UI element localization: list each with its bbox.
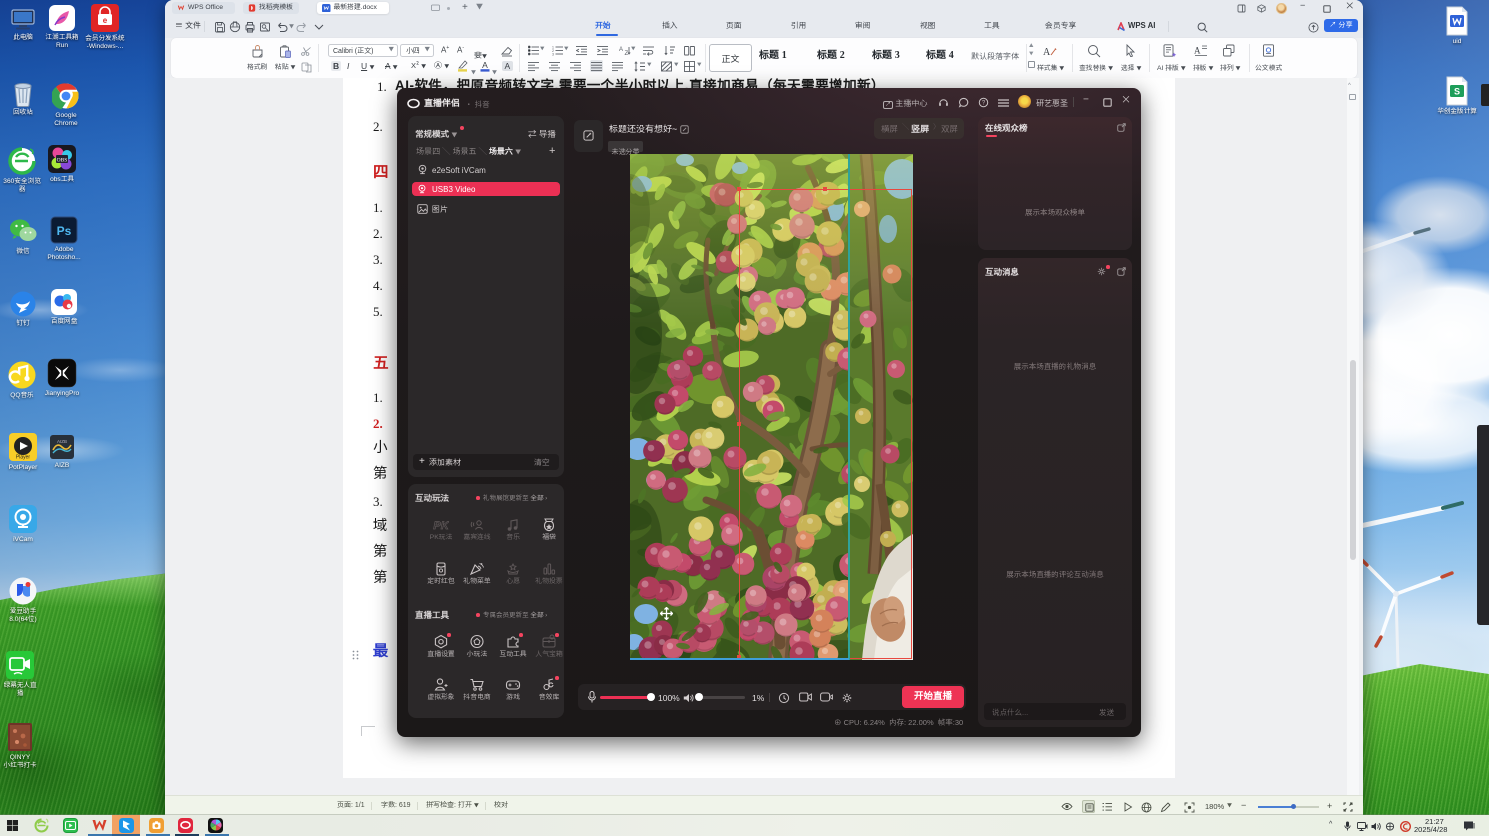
svg-text:A: A <box>1043 47 1051 58</box>
svg-text:A: A <box>482 60 488 70</box>
svg-text:3: 3 <box>552 52 554 55</box>
svg-text:A: A <box>1194 46 1201 56</box>
svg-text:Z: Z <box>624 51 628 56</box>
svg-text:S: S <box>1454 87 1460 97</box>
svg-text:PK: PK <box>433 520 449 532</box>
svg-text:Player: Player <box>16 455 31 461</box>
svg-text:A: A <box>619 47 623 53</box>
svg-text:AIZB: AIZB <box>57 439 67 444</box>
svg-text:?: ? <box>982 101 986 107</box>
svg-text:e: e <box>103 16 108 25</box>
svg-text:OBS: OBS <box>57 158 68 164</box>
svg-text:Ps: Ps <box>57 224 72 238</box>
